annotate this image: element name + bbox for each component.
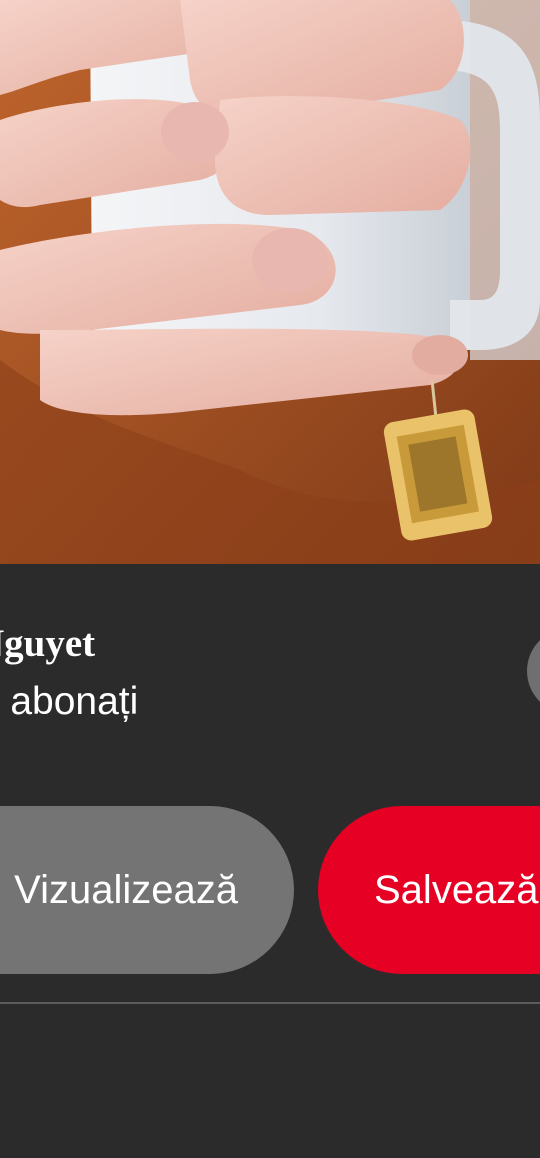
pin-image-art (0, 0, 540, 564)
user-avatar-icon[interactable] (527, 628, 540, 714)
visit-button[interactable]: Vizualizează (0, 806, 294, 974)
divider (0, 1002, 540, 1004)
pin-image[interactable] (0, 0, 540, 564)
visit-button-label: Vizualizează (14, 867, 238, 912)
save-button-label: Salvează (374, 867, 539, 912)
save-button[interactable]: Salvează (318, 806, 540, 974)
follower-count: k abonați (0, 680, 139, 723)
creator-name[interactable]: Nguyet (0, 618, 95, 670)
pin-closeup-screen: Nguyet k abonați Vizualizează Salvează r… (0, 0, 540, 1158)
